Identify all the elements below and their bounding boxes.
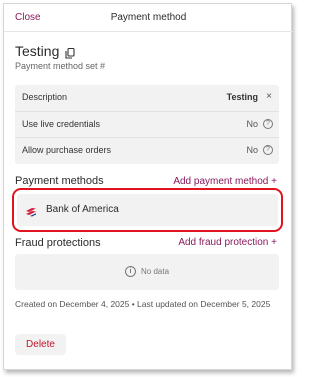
payment-method-name-row: Testing bbox=[15, 43, 75, 59]
close-icon[interactable]: × bbox=[266, 92, 272, 102]
payment-methods-heading: Payment methods bbox=[15, 175, 104, 187]
purchase-orders-value: No bbox=[246, 145, 258, 155]
empty-state-text: No data bbox=[141, 267, 170, 276]
question-circle-icon[interactable]: ? bbox=[263, 145, 273, 155]
detail-label: Description bbox=[22, 92, 68, 102]
details-table: Description Testing × Use live credentia… bbox=[15, 85, 279, 164]
timestamps-text: Created on December 4, 2025 • Last updat… bbox=[15, 299, 271, 309]
delete-button[interactable]: Delete bbox=[15, 334, 66, 355]
detail-row-purchase-orders: Allow purchase orders No ? bbox=[15, 137, 279, 163]
question-circle-icon[interactable]: ? bbox=[263, 119, 273, 129]
live-credentials-value: No bbox=[246, 119, 258, 129]
add-payment-method-link[interactable]: Add payment method + bbox=[173, 176, 277, 187]
detail-row-live-credentials: Use live credentials No ? bbox=[15, 111, 279, 137]
bank-of-america-logo bbox=[25, 204, 37, 217]
add-fraud-protection-link[interactable]: Add fraud protection + bbox=[178, 237, 277, 248]
detail-row-description: Description Testing × bbox=[15, 85, 279, 111]
fraud-protections-empty: i No data bbox=[15, 254, 279, 290]
panel-title: Payment method bbox=[110, 12, 187, 23]
detail-label: Allow purchase orders bbox=[22, 145, 112, 155]
payment-method-subtitle: Payment method set # bbox=[15, 61, 106, 71]
description-value: Testing bbox=[226, 92, 258, 102]
info-circle-icon: i bbox=[125, 266, 136, 277]
fraud-protections-heading: Fraud protections bbox=[15, 237, 101, 249]
bank-name: Bank of America bbox=[46, 204, 119, 215]
copy-icon[interactable] bbox=[65, 46, 75, 59]
detail-label: Use live credentials bbox=[22, 119, 101, 129]
payment-method-item[interactable]: Bank of America bbox=[17, 194, 278, 226]
panel-header: Close Payment method bbox=[4, 4, 293, 32]
payment-method-name: Testing bbox=[15, 43, 60, 59]
payment-method-panel: Close Payment method Testing Payment met… bbox=[3, 3, 293, 370]
